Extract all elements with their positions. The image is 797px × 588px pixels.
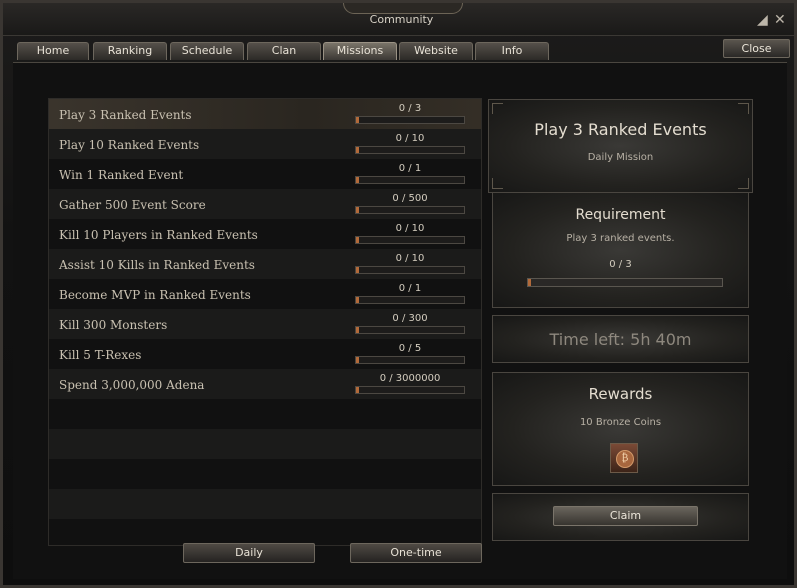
requirement-heading: Requirement [575, 207, 666, 223]
mission-name: Spend 3,000,000 Adena [59, 378, 205, 392]
empty-row [49, 519, 481, 545]
one-time-button[interactable]: One-time [350, 543, 482, 563]
mission-name: Play 10 Ranked Events [59, 138, 200, 152]
mission-name: Win 1 Ranked Event [59, 168, 184, 182]
reward-text: 10 Bronze Coins [579, 417, 662, 428]
mission-progress-bar [355, 386, 465, 394]
mission-progress-bar [355, 326, 465, 334]
mission-progress-fill [356, 117, 359, 123]
frame-corner [738, 178, 749, 189]
mission-row[interactable]: Play 10 Ranked Events 0 / 10 [49, 129, 481, 159]
empty-row [49, 399, 481, 429]
mission-progress-bar [355, 266, 465, 274]
mission-progress-text: 0 / 3000000 [379, 373, 441, 384]
community-window: Community ◢ ✕ Home Ranking Schedule Clan… [0, 0, 797, 588]
mission-progress-fill [356, 327, 359, 333]
mission-progress-bar [355, 146, 465, 154]
mission-name: Gather 500 Event Score [59, 198, 206, 212]
mission-progress-fill [356, 297, 359, 303]
mission-row[interactable]: Spend 3,000,000 Adena 0 / 3000000 [49, 369, 481, 399]
mission-progress-fill [356, 237, 359, 243]
mission-progress-bar [355, 356, 465, 364]
empty-row [49, 429, 481, 459]
mission-progress-text: 0 / 10 [395, 133, 425, 144]
tab-home[interactable]: Home [17, 42, 89, 60]
mission-detail-subtitle: Daily Mission [587, 152, 654, 163]
mission-progress-text: 0 / 500 [392, 193, 428, 204]
tab-missions[interactable]: Missions [323, 42, 397, 60]
mission-progress-fill [356, 357, 359, 363]
mission-progress-text: 0 / 10 [395, 223, 425, 234]
rewards-heading: Rewards [588, 385, 653, 403]
claim-panel: Claim [492, 493, 749, 541]
tab-ranking[interactable]: Ranking [93, 42, 167, 60]
bronze-coin-icon[interactable]: ₿ [610, 443, 638, 473]
mission-progress-bar [355, 236, 465, 244]
coin-face: ₿ [616, 450, 634, 468]
mission-progress-text: 0 / 3 [398, 103, 422, 114]
requirement-progress-bar [527, 278, 723, 287]
mission-progress-text: 0 / 1 [398, 283, 422, 294]
mission-name: Play 3 Ranked Events [59, 108, 192, 122]
mission-progress-fill [356, 267, 359, 273]
mission-progress-bar [355, 116, 465, 124]
mission-progress-fill [356, 387, 359, 393]
mission-progress-text: 0 / 1 [398, 163, 422, 174]
mission-progress-text: 0 / 5 [398, 343, 422, 354]
frame-corner [492, 178, 503, 189]
requirement-progress-fill [528, 279, 531, 286]
mission-row[interactable]: Kill 300 Monsters 0 / 300 [49, 309, 481, 339]
mission-name: Kill 300 Monsters [59, 318, 168, 332]
time-left-text: Time left: 5h 40m [549, 330, 692, 349]
tab-clan[interactable]: Clan [247, 42, 321, 60]
claim-button[interactable]: Claim [553, 506, 698, 526]
mission-progress-fill [356, 177, 359, 183]
close-window-icon[interactable]: ✕ [774, 13, 786, 27]
close-button[interactable]: Close [723, 39, 790, 58]
empty-row [49, 489, 481, 519]
title-bar[interactable]: Community ◢ ✕ [3, 3, 794, 36]
mission-name: Kill 10 Players in Ranked Events [59, 228, 258, 242]
mission-progress-bar [355, 176, 465, 184]
daily-button[interactable]: Daily [183, 543, 315, 563]
mission-progress-text: 0 / 10 [395, 253, 425, 264]
tab-info[interactable]: Info [475, 42, 549, 60]
mission-progress-fill [356, 147, 359, 153]
mission-progress-text: 0 / 300 [392, 313, 428, 324]
mission-progress-fill [356, 207, 359, 213]
requirement-progress-text: 0 / 3 [609, 259, 632, 270]
mission-name: Become MVP in Ranked Events [59, 288, 251, 302]
requirement-panel: Requirement Play 3 ranked events. 0 / 3 [492, 192, 749, 308]
mission-name: Assist 10 Kills in Ranked Events [59, 258, 255, 272]
mission-progress-bar [355, 206, 465, 214]
mission-row[interactable]: Become MVP in Ranked Events 0 / 1 [49, 279, 481, 309]
mission-detail-header: Play 3 Ranked Events Daily Mission [488, 99, 753, 193]
mission-name: Kill 5 T-Rexes [59, 348, 142, 362]
tab-schedule[interactable]: Schedule [170, 42, 244, 60]
mission-row[interactable]: Win 1 Ranked Event 0 / 1 [49, 159, 481, 189]
requirement-text: Play 3 ranked events. [566, 233, 675, 244]
mission-progress-bar [355, 296, 465, 304]
empty-row [49, 459, 481, 489]
mission-row[interactable]: Gather 500 Event Score 0 / 500 [49, 189, 481, 219]
frame-corner [492, 103, 503, 114]
mission-row[interactable]: Assist 10 Kills in Ranked Events 0 / 10 [49, 249, 481, 279]
frame-corner [738, 103, 749, 114]
mission-row[interactable]: Kill 10 Players in Ranked Events 0 / 10 [49, 219, 481, 249]
minimize-icon[interactable]: ◢ [757, 13, 768, 27]
mission-row[interactable]: Kill 5 T-Rexes 0 / 5 [49, 339, 481, 369]
window-title: Community [369, 13, 434, 26]
rewards-panel: Rewards 10 Bronze Coins ₿ [492, 372, 749, 486]
mission-row[interactable]: Play 3 Ranked Events 0 / 3 [49, 99, 481, 129]
time-left-panel: Time left: 5h 40m [492, 315, 749, 363]
tab-website[interactable]: Website [399, 42, 473, 60]
mission-list: Play 3 Ranked Events 0 / 3 Play 10 Ranke… [48, 98, 482, 546]
mission-detail-title: Play 3 Ranked Events [534, 120, 707, 139]
